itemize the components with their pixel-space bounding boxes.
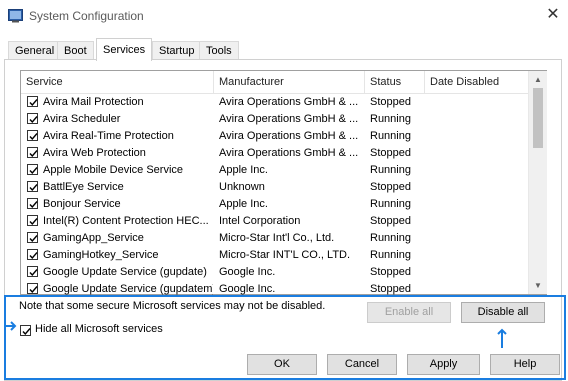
- service-checkbox[interactable]: [27, 147, 38, 158]
- service-checkbox[interactable]: [27, 232, 38, 243]
- manufacturer-cell: Unknown: [219, 181, 265, 193]
- service-name-cell: Avira Web Protection: [43, 147, 146, 159]
- system-config-icon: [8, 9, 23, 23]
- service-checkbox[interactable]: [27, 283, 38, 294]
- disable-all-button[interactable]: Disable all: [461, 302, 545, 323]
- tab-tools[interactable]: Tools: [199, 41, 239, 60]
- status-cell: Stopped: [370, 147, 411, 159]
- service-name-cell: Intel(R) Content Protection HEC...: [43, 215, 209, 227]
- status-cell: Running: [370, 113, 411, 125]
- status-cell: Stopped: [370, 215, 411, 227]
- service-checkbox[interactable]: [27, 249, 38, 260]
- apply-button[interactable]: Apply: [407, 354, 480, 375]
- title-bar: System Configuration ✕: [0, 0, 568, 32]
- service-checkbox[interactable]: [27, 215, 38, 226]
- service-rows: Avira Mail Protection Avira Operations Gm…: [21, 94, 529, 298]
- column-header-service[interactable]: Service: [21, 71, 214, 93]
- table-row[interactable]: Apple Mobile Device Service Apple Inc. Run…: [21, 162, 529, 179]
- status-cell: Stopped: [370, 96, 411, 108]
- table-row[interactable]: Avira Mail Protection Avira Operations Gm…: [21, 94, 529, 111]
- scroll-thumb[interactable]: [533, 88, 543, 148]
- manufacturer-cell: Google Inc.: [219, 266, 276, 278]
- status-cell: Stopped: [370, 266, 411, 278]
- enable-all-button[interactable]: Enable all: [367, 302, 451, 323]
- column-header-date-disabled[interactable]: Date Disabled: [425, 71, 529, 93]
- table-row[interactable]: Avira Web Protection Avira Operations Gmb…: [21, 145, 529, 162]
- tab-startup[interactable]: Startup: [152, 41, 202, 60]
- tab-services[interactable]: Services: [96, 38, 153, 61]
- note-text: Note that some secure Microsoft services…: [19, 300, 326, 312]
- services-list[interactable]: Service Manufacturer Status Date Disable…: [20, 70, 547, 295]
- table-row[interactable]: GamingHotkey_Service Micro-Star INT'L CO.…: [21, 247, 529, 264]
- table-row[interactable]: Google Update Service (gupdate) Google In…: [21, 264, 529, 281]
- service-checkbox[interactable]: [27, 266, 38, 277]
- table-row[interactable]: GamingApp_Service Micro-Star Int'l Co., L…: [21, 230, 529, 247]
- status-cell: Stopped: [370, 283, 411, 295]
- manufacturer-cell: Google Inc.: [219, 283, 276, 295]
- service-name-cell: BattlEye Service: [43, 181, 124, 193]
- manufacturer-cell: Apple Inc.: [219, 198, 268, 210]
- tab-strip: General Boot Services Startup Tools: [0, 38, 568, 61]
- column-header-status[interactable]: Status: [365, 71, 425, 93]
- list-header: Service Manufacturer Status Date Disable…: [21, 71, 529, 94]
- column-header-manufacturer[interactable]: Manufacturer: [214, 71, 365, 93]
- service-checkbox[interactable]: [27, 130, 38, 141]
- status-cell: Running: [370, 232, 411, 244]
- help-button[interactable]: Help: [490, 354, 560, 375]
- service-name-cell: Google Update Service (gupdatem): [43, 283, 213, 295]
- service-name-cell: Avira Scheduler: [43, 113, 121, 125]
- service-name-cell: GamingHotkey_Service: [43, 249, 159, 261]
- service-name-cell: Google Update Service (gupdate): [43, 266, 207, 278]
- manufacturer-cell: Apple Inc.: [219, 164, 268, 176]
- hide-ms-check-icon[interactable]: [20, 325, 31, 336]
- status-cell: Running: [370, 130, 411, 142]
- service-checkbox[interactable]: [27, 113, 38, 124]
- manufacturer-cell: Micro-Star Int'l Co., Ltd.: [219, 232, 335, 244]
- manufacturer-cell: Avira Operations GmbH & ...: [219, 130, 359, 142]
- status-cell: Running: [370, 198, 411, 210]
- status-cell: Stopped: [370, 181, 411, 193]
- service-name-cell: Bonjour Service: [43, 198, 121, 210]
- vertical-scrollbar[interactable]: ▲ ▼: [528, 71, 547, 294]
- table-row[interactable]: BattlEye Service Unknown Stopped: [21, 179, 529, 196]
- ok-button[interactable]: OK: [247, 354, 317, 375]
- manufacturer-cell: Intel Corporation: [219, 215, 301, 227]
- window-title: System Configuration: [29, 9, 144, 23]
- status-cell: Running: [370, 164, 411, 176]
- table-row[interactable]: Avira Scheduler Avira Operations GmbH & .…: [21, 111, 529, 128]
- hide-ms-label: Hide all Microsoft services: [35, 323, 163, 335]
- close-icon[interactable]: ✕: [543, 5, 563, 25]
- service-name-cell: GamingApp_Service: [43, 232, 144, 244]
- tab-general[interactable]: General: [8, 41, 62, 60]
- scroll-down-icon[interactable]: ▼: [529, 277, 547, 294]
- table-row[interactable]: Google Update Service (gupdatem) Google I…: [21, 281, 529, 298]
- service-name-cell: Avira Real-Time Protection: [43, 130, 174, 142]
- scroll-up-icon[interactable]: ▲: [529, 71, 547, 88]
- tab-boot[interactable]: Boot: [57, 41, 94, 60]
- service-checkbox[interactable]: [27, 181, 38, 192]
- manufacturer-cell: Avira Operations GmbH & ...: [219, 96, 359, 108]
- service-checkbox[interactable]: [27, 96, 38, 107]
- manufacturer-cell: Micro-Star INT'L CO., LTD.: [219, 249, 351, 261]
- table-row[interactable]: Avira Real-Time Protection Avira Operatio…: [21, 128, 529, 145]
- table-row[interactable]: Bonjour Service Apple Inc. Running: [21, 196, 529, 213]
- cancel-button[interactable]: Cancel: [327, 354, 397, 375]
- service-name-cell: Avira Mail Protection: [43, 96, 144, 108]
- status-cell: Running: [370, 249, 411, 261]
- service-checkbox[interactable]: [27, 198, 38, 209]
- table-row[interactable]: Intel(R) Content Protection HEC... Intel …: [21, 213, 529, 230]
- manufacturer-cell: Avira Operations GmbH & ...: [219, 147, 359, 159]
- manufacturer-cell: Avira Operations GmbH & ...: [219, 113, 359, 125]
- service-name-cell: Apple Mobile Device Service: [43, 164, 184, 176]
- service-checkbox[interactable]: [27, 164, 38, 175]
